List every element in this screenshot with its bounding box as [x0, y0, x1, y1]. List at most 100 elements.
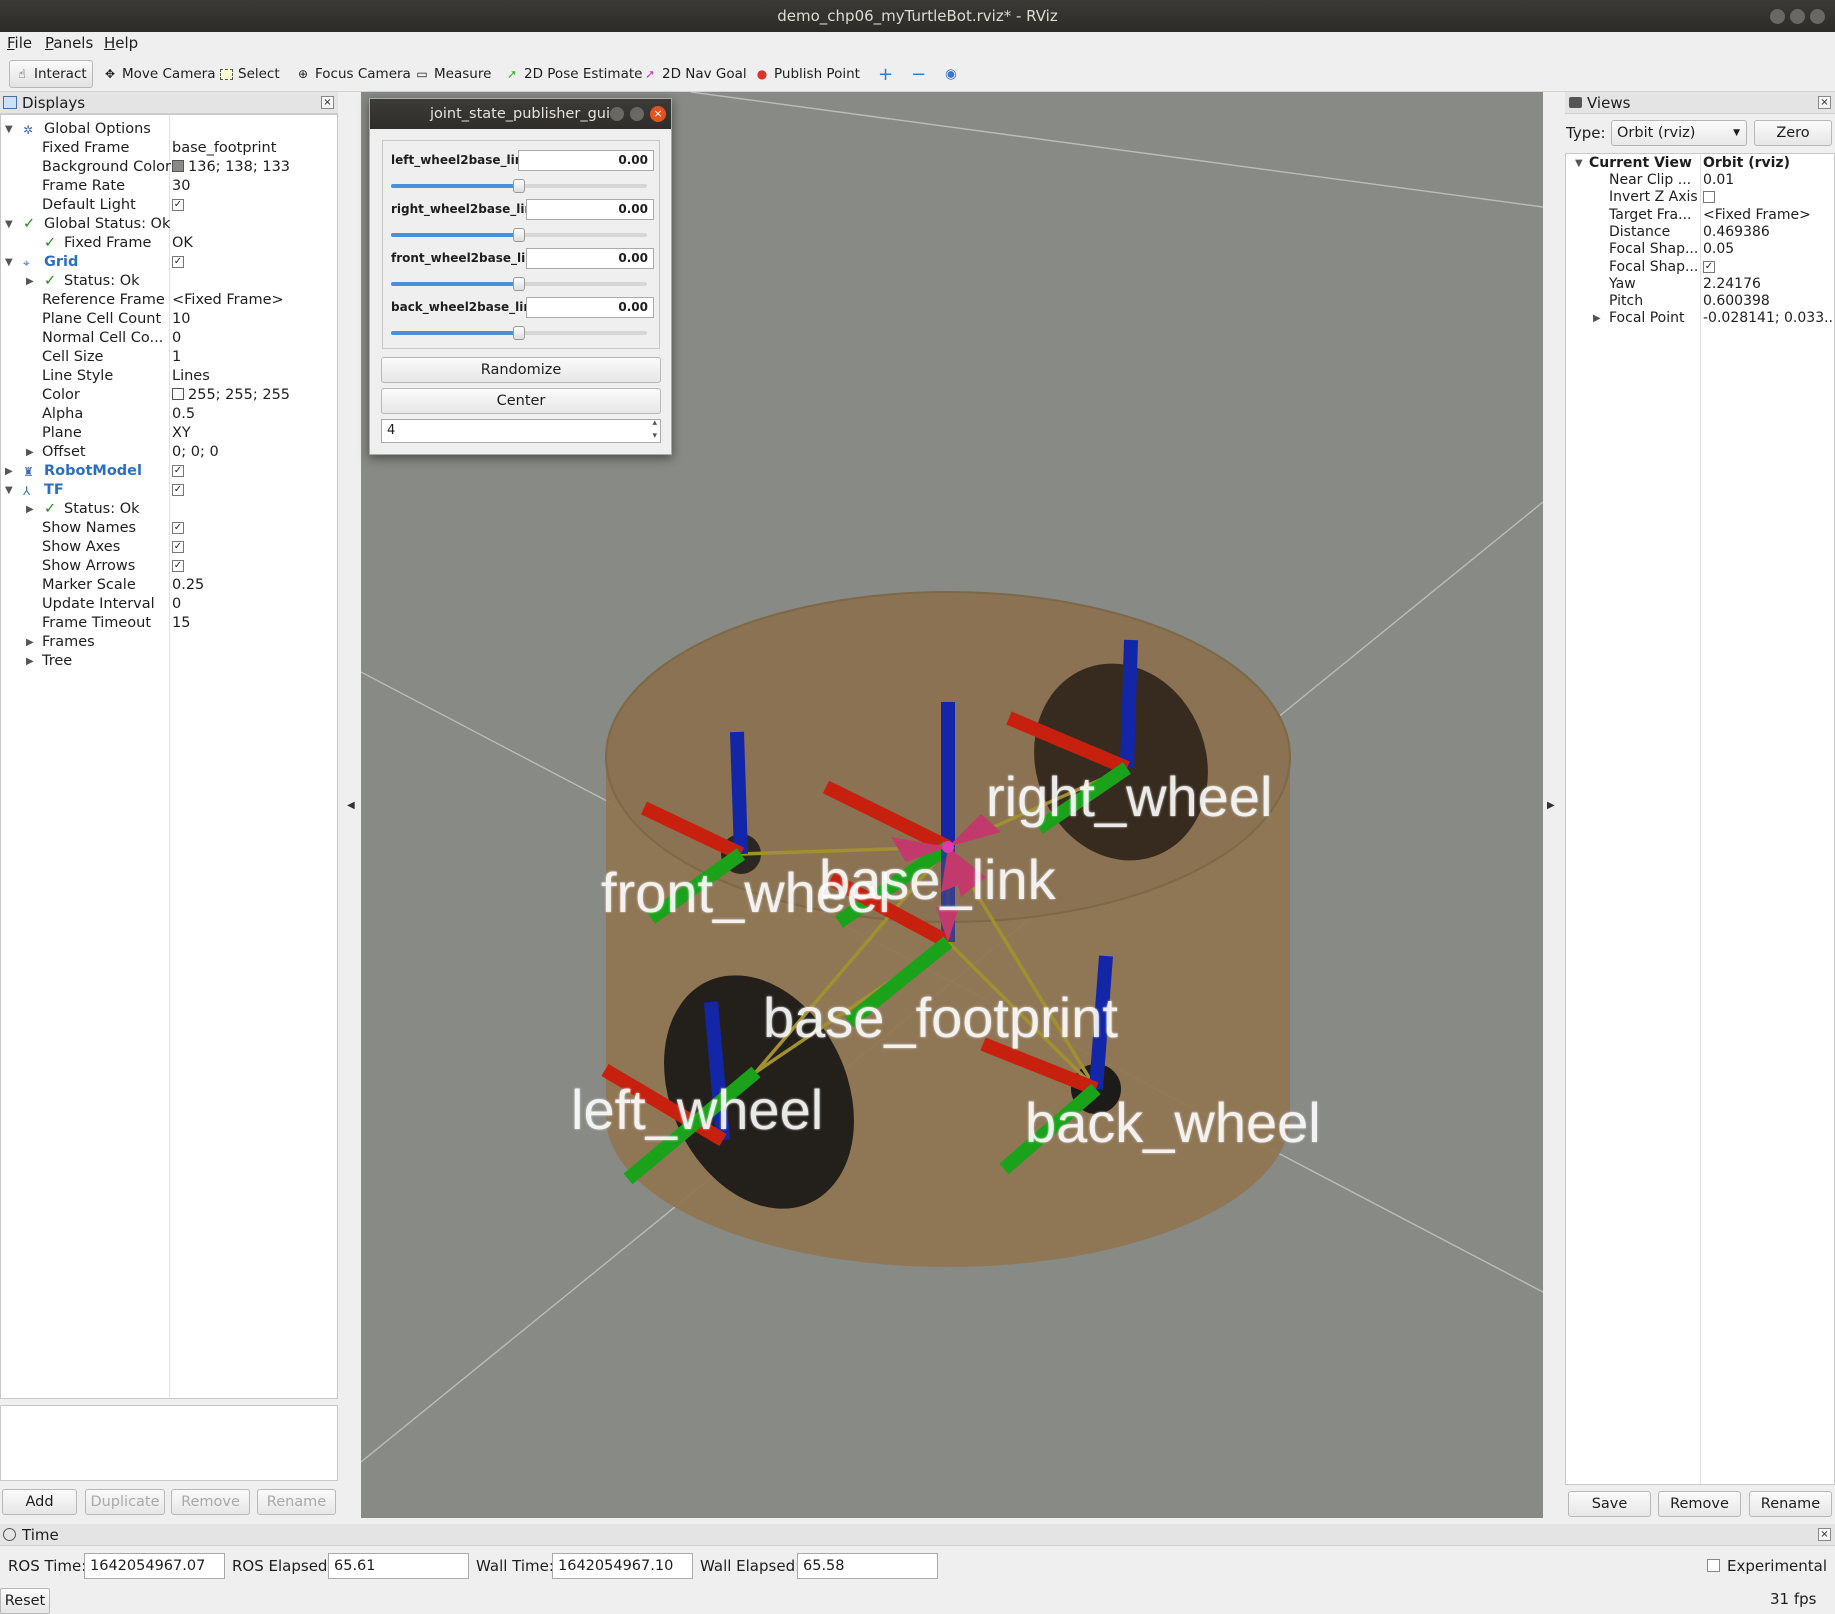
joint-value-field[interactable]: 0.00 [526, 248, 654, 269]
menu-file[interactable]: File [7, 34, 32, 52]
display-row[interactable]: Normal Cell Co... 0 [1, 329, 337, 348]
joint-slider[interactable] [391, 179, 647, 193]
remove-tool-button[interactable]: − [906, 60, 931, 88]
display-row[interactable]: Frame Rate 30 [1, 177, 337, 196]
right-splitter-handle[interactable]: ▶ [1547, 800, 1555, 811]
add-display-button[interactable]: Add [2, 1489, 77, 1515]
display-row[interactable]: ▶ Offset 0; 0; 0 [1, 443, 337, 462]
display-row[interactable]: ✓ Fixed Frame OK [1, 234, 337, 253]
expand-arrow-icon[interactable]: ▶ [26, 272, 34, 291]
expand-arrow-icon[interactable]: ▶ [26, 652, 34, 671]
interact-tool[interactable]: ☝ Interact [9, 60, 93, 88]
expand-arrow-icon[interactable]: ▼ [1575, 155, 1583, 172]
joint-value-field[interactable]: 0.00 [526, 297, 654, 318]
display-row[interactable]: ▼ ✓ Global Status: Ok [1, 215, 337, 234]
view-property-row[interactable]: Focal Shap... ✓ [1566, 259, 1834, 276]
rename-display-button[interactable]: Rename [257, 1489, 336, 1515]
display-row-value[interactable]: ✓ [172, 462, 184, 481]
current-view-row[interactable]: ▼ Current View Orbit (rviz) [1566, 155, 1834, 172]
checkbox[interactable]: ✓ [172, 199, 184, 211]
expand-arrow-icon[interactable]: ▶ [1593, 310, 1601, 327]
expand-arrow-icon[interactable]: ▶ [5, 462, 13, 481]
checkbox[interactable] [1703, 191, 1715, 204]
maximize-icon[interactable] [1790, 9, 1805, 24]
checkbox[interactable]: ✓ [1703, 260, 1715, 273]
display-row[interactable]: Show Names ✓ [1, 519, 337, 538]
display-row[interactable]: Show Arrows ✓ [1, 557, 337, 576]
close-displays-icon[interactable]: × [321, 96, 334, 109]
display-row[interactable]: Frame Timeout 15 [1, 614, 337, 633]
color-swatch[interactable] [172, 160, 184, 172]
checkbox[interactable]: ✓ [172, 484, 184, 496]
view-property-row[interactable]: Pitch 0.600398 [1566, 293, 1834, 310]
close-time-icon[interactable]: × [1818, 1528, 1831, 1541]
display-row[interactable]: Show Axes ✓ [1, 538, 337, 557]
views-tree[interactable]: ▼ Current View Orbit (rviz) Near Clip ..… [1565, 153, 1835, 1485]
view-property-value[interactable]: ✓ [1703, 259, 1715, 276]
view-property-value[interactable] [1703, 189, 1715, 206]
pose-estimate-tool[interactable]: ➚ 2D Pose Estimate [500, 60, 647, 88]
joint-value-field[interactable]: 0.00 [526, 199, 654, 220]
checkbox[interactable]: ✓ [172, 522, 184, 534]
menu-panels[interactable]: Panels [45, 34, 93, 52]
view-property-row[interactable]: Focal Shap... 0.05 [1566, 241, 1834, 258]
expand-arrow-icon[interactable]: ▶ [26, 633, 34, 652]
remove-display-button[interactable]: Remove [171, 1489, 250, 1515]
rename-view-button[interactable]: Rename [1749, 1491, 1832, 1517]
reset-button[interactable]: Reset [0, 1588, 50, 1614]
dialog-close-icon[interactable]: × [650, 106, 666, 122]
display-row[interactable]: ▶ ♜ RobotModel ✓ [1, 462, 337, 481]
display-row[interactable]: Marker Scale 0.25 [1, 576, 337, 595]
checkbox[interactable]: ✓ [172, 541, 184, 553]
expand-arrow-icon[interactable]: ▶ [26, 500, 34, 519]
nav-goal-tool[interactable]: ➚ 2D Nav Goal [638, 60, 752, 88]
display-row-value[interactable]: ✓ [172, 196, 184, 215]
view-type-dropdown[interactable]: Orbit (rviz) ▼ [1611, 120, 1747, 146]
display-row[interactable]: Reference Frame <Fixed Frame> [1, 291, 337, 310]
expand-arrow-icon[interactable]: ▼ [5, 481, 13, 500]
menu-help[interactable]: Help [104, 34, 138, 52]
center-button[interactable]: Center [381, 388, 661, 414]
view-property-row[interactable]: ▶ Focal Point -0.028141; 0.033... [1566, 310, 1834, 327]
row-count-spinbox[interactable]: 4 ▴ ▾ [381, 418, 661, 443]
joint-slider[interactable] [391, 326, 647, 340]
color-swatch[interactable] [172, 388, 184, 400]
display-row[interactable]: ▶ Tree [1, 652, 337, 671]
display-row[interactable]: ▼ ⅄ TF ✓ [1, 481, 337, 500]
display-row[interactable]: ▼ ✲ Global Options [1, 120, 337, 139]
display-row[interactable]: ▶ Frames [1, 633, 337, 652]
duplicate-display-button[interactable]: Duplicate [85, 1489, 165, 1515]
display-row[interactable]: Plane XY [1, 424, 337, 443]
joint-slider[interactable] [391, 277, 647, 291]
expand-arrow-icon[interactable]: ▼ [5, 215, 13, 234]
display-row[interactable]: Cell Size 1 [1, 348, 337, 367]
expand-arrow-icon[interactable]: ▶ [26, 443, 34, 462]
joint-slider[interactable] [391, 228, 647, 242]
display-row-value[interactable]: ✓ [172, 253, 184, 272]
view-property-row[interactable]: Distance 0.469386 [1566, 224, 1834, 241]
display-row-value[interactable]: ✓ [172, 481, 184, 500]
display-row[interactable]: ▶ ✓ Status: Ok [1, 272, 337, 291]
displays-tree[interactable]: ▼ ✲ Global Options Fixed Frame base_footprin… [0, 114, 338, 1399]
checkbox[interactable]: ✓ [172, 256, 184, 268]
display-row[interactable]: Line Style Lines [1, 367, 337, 386]
experimental-checkbox[interactable] [1707, 1559, 1720, 1572]
expand-arrow-icon[interactable]: ▼ [5, 120, 13, 139]
view-property-row[interactable]: Invert Z Axis [1566, 189, 1834, 206]
close-window-icon[interactable] [1810, 9, 1825, 24]
display-row[interactable]: Fixed Frame base_footprint [1, 139, 337, 158]
measure-tool[interactable]: ▭ Measure [410, 60, 496, 88]
minimize-icon[interactable] [1770, 9, 1785, 24]
display-row[interactable]: Update Interval 0 [1, 595, 337, 614]
view-property-row[interactable]: Near Clip ... 0.01 [1566, 172, 1834, 189]
remove-view-button[interactable]: Remove [1658, 1491, 1741, 1517]
move-camera-tool[interactable]: ✥ Move Camera [98, 60, 220, 88]
publish-point-tool[interactable]: ● Publish Point [750, 60, 865, 88]
close-views-icon[interactable]: × [1818, 96, 1831, 109]
randomize-button[interactable]: Randomize [381, 357, 661, 383]
display-row-value[interactable]: ✓ [172, 538, 184, 557]
checkbox[interactable]: ✓ [172, 465, 184, 477]
dialog-maximize-icon[interactable] [630, 107, 644, 121]
save-view-button[interactable]: Save [1568, 1491, 1651, 1517]
display-row[interactable]: Plane Cell Count 10 [1, 310, 337, 329]
